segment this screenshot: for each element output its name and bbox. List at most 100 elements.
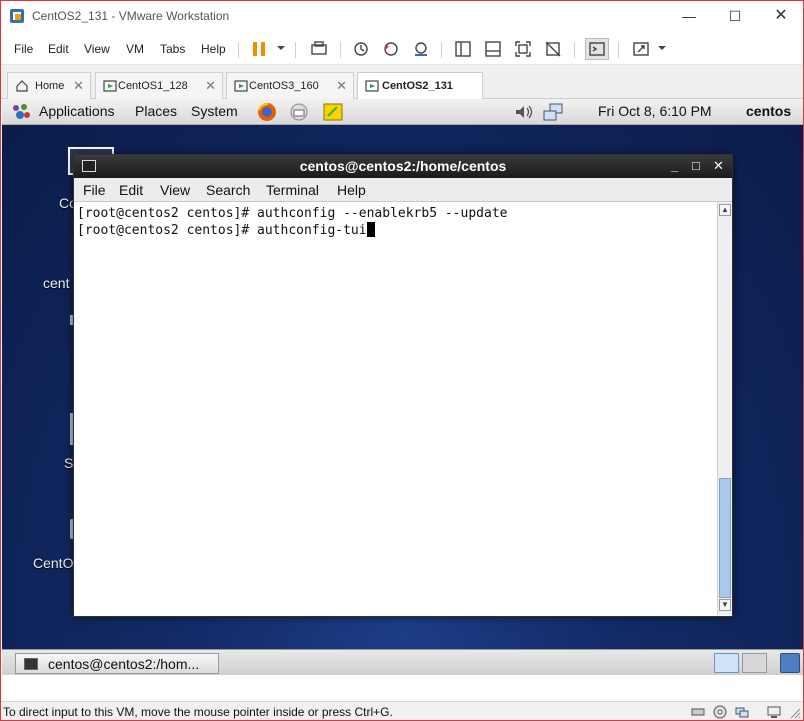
terminal-menu-help[interactable]: Help [337,182,366,198]
maximize-button[interactable]: □ [692,158,700,173]
scroll-down-icon[interactable]: ▼ [719,599,731,611]
menu-system[interactable]: System [191,103,238,119]
status-bar: To direct input to this VM, move the mou… [1,701,803,720]
stretch-icon[interactable] [629,38,653,60]
snapshot-icon[interactable] [349,38,373,60]
maximize-button[interactable]: ☐ [720,6,750,26]
device-icons [691,705,801,719]
menu-vm[interactable]: VM [126,42,144,56]
user-menu[interactable]: centos [746,103,791,119]
menu-view[interactable]: View [84,42,110,56]
separator [238,42,239,58]
vm-display[interactable]: Applications Places System Fri Oct 8, 6:… [2,99,803,675]
harddisk-icon[interactable] [691,705,705,719]
chevron-down-icon[interactable] [277,46,285,50]
send-keys-icon[interactable] [307,38,331,60]
resize-grip-icon[interactable] [787,705,801,719]
terminal-menu-edit[interactable]: Edit [119,182,143,198]
tab-label: Home [35,80,65,92]
close-icon[interactable]: ✕ [73,78,84,94]
close-icon[interactable]: ✕ [336,78,347,94]
cdrom-icon[interactable] [713,705,727,719]
desktop-label[interactable]: cent [43,275,69,291]
taskbar-terminal-button[interactable]: centos@centos2:/hom... [15,653,219,674]
minimize-button[interactable]: _ [671,158,678,173]
terminal-menu-file[interactable]: File [83,182,106,198]
terminal-window[interactable]: centos@centos2:/home/centos _ □ ✕ File E… [73,154,733,617]
desktop-label[interactable]: CentO [33,555,73,571]
terminal-icon [24,658,38,670]
minimize-button[interactable]: — [674,6,704,26]
vm-icon [103,80,117,92]
terminal-menu-search[interactable]: Search [206,182,250,198]
mail-icon[interactable] [288,102,310,122]
terminal-title: centos@centos2:/home/centos [299,158,507,174]
close-icon[interactable]: ✕ [205,78,216,94]
separator [618,42,619,58]
vmware-icon [10,9,24,23]
note-icon[interactable] [322,102,344,122]
terminal-output[interactable]: [root@centos2 centos]# authconfig --enab… [74,202,717,614]
tab-label: CentOS3_160 [249,80,319,92]
vm-icon [365,80,379,92]
terminal-line: [root@centos2 centos]# authconfig-tui [77,222,714,239]
firefox-icon[interactable] [256,102,278,122]
vmware-window: CentOS2_131 - VMware Workstation — ☐ ✕ F… [0,0,804,721]
separator [340,42,341,58]
console-icon[interactable] [585,38,609,60]
revert-snapshot-icon[interactable] [379,38,403,60]
terminal-menu-terminal[interactable]: Terminal [266,182,319,198]
close-button[interactable]: ✕ [713,158,724,174]
clock[interactable]: Fri Oct 8, 6:10 PM [598,103,712,119]
scrollbar-thumb[interactable] [719,478,731,598]
tab-bar: Home ✕ CentOS1_128 ✕ CentOS3_160 ✕ CentO… [1,65,803,100]
menu-edit[interactable]: Edit [48,42,69,56]
gnome-top-panel: Applications Places System Fri Oct 8, 6:… [2,99,803,125]
tab-centos2[interactable]: CentOS2_131 [357,72,483,100]
status-text: To direct input to this VM, move the mou… [3,705,393,719]
title-bar: CentOS2_131 - VMware Workstation — ☐ ✕ [1,1,803,32]
gnome-bottom-panel: centos@centos2:/hom... [2,649,803,675]
menu-toolbar: File Edit View VM Tabs Help [1,33,803,65]
close-button[interactable]: ✕ [766,6,796,26]
thumbnail-icon[interactable] [481,38,505,60]
fullscreen-icon[interactable] [511,38,535,60]
separator [295,42,296,58]
tab-centos3[interactable]: CentOS3_160 ✕ [226,72,354,99]
menu-tabs[interactable]: Tabs [160,42,185,56]
workspace-2[interactable] [742,653,767,673]
taskbar-label: centos@centos2:/hom... [48,656,200,672]
trash-icon[interactable] [780,653,800,673]
terminal-titlebar[interactable]: centos@centos2:/home/centos _ □ ✕ [74,155,732,178]
sidebar-icon[interactable] [451,38,475,60]
menu-places[interactable]: Places [135,103,177,119]
workspace-1[interactable] [714,653,739,673]
tab-centos1[interactable]: CentOS1_128 ✕ [95,72,223,99]
vm-icon [234,80,248,92]
menu-applications[interactable]: Applications [39,103,115,119]
menu-help[interactable]: Help [201,42,226,56]
snapshot-manager-icon[interactable] [409,38,433,60]
home-icon [16,80,28,92]
display-icon[interactable] [767,705,781,719]
terminal-menu-view[interactable]: View [160,182,190,198]
pause-icon[interactable] [247,38,271,60]
volume-icon[interactable] [513,102,535,122]
text-cursor [366,222,375,237]
window-title: CentOS2_131 - VMware Workstation [32,9,230,23]
network-adapter-icon[interactable] [735,705,749,719]
chevron-down-icon[interactable] [658,46,666,50]
separator [441,42,442,58]
tab-home[interactable]: Home ✕ [7,72,91,99]
scroll-up-icon[interactable]: ▲ [719,204,731,216]
desktop-label[interactable]: S [64,455,73,471]
gnome-foot-icon [13,104,30,119]
unity-icon[interactable] [541,38,565,60]
terminal-scrollbar[interactable]: ▲ ▼ [717,202,732,615]
network-icon[interactable] [542,102,564,122]
terminal-line-text: [root@centos2 centos]# authconfig-tui [77,223,367,238]
separator [574,42,575,58]
tab-label: CentOS2_131 [382,80,453,92]
terminal-line: [root@centos2 centos]# authconfig --enab… [77,206,508,221]
menu-file[interactable]: File [14,42,33,56]
